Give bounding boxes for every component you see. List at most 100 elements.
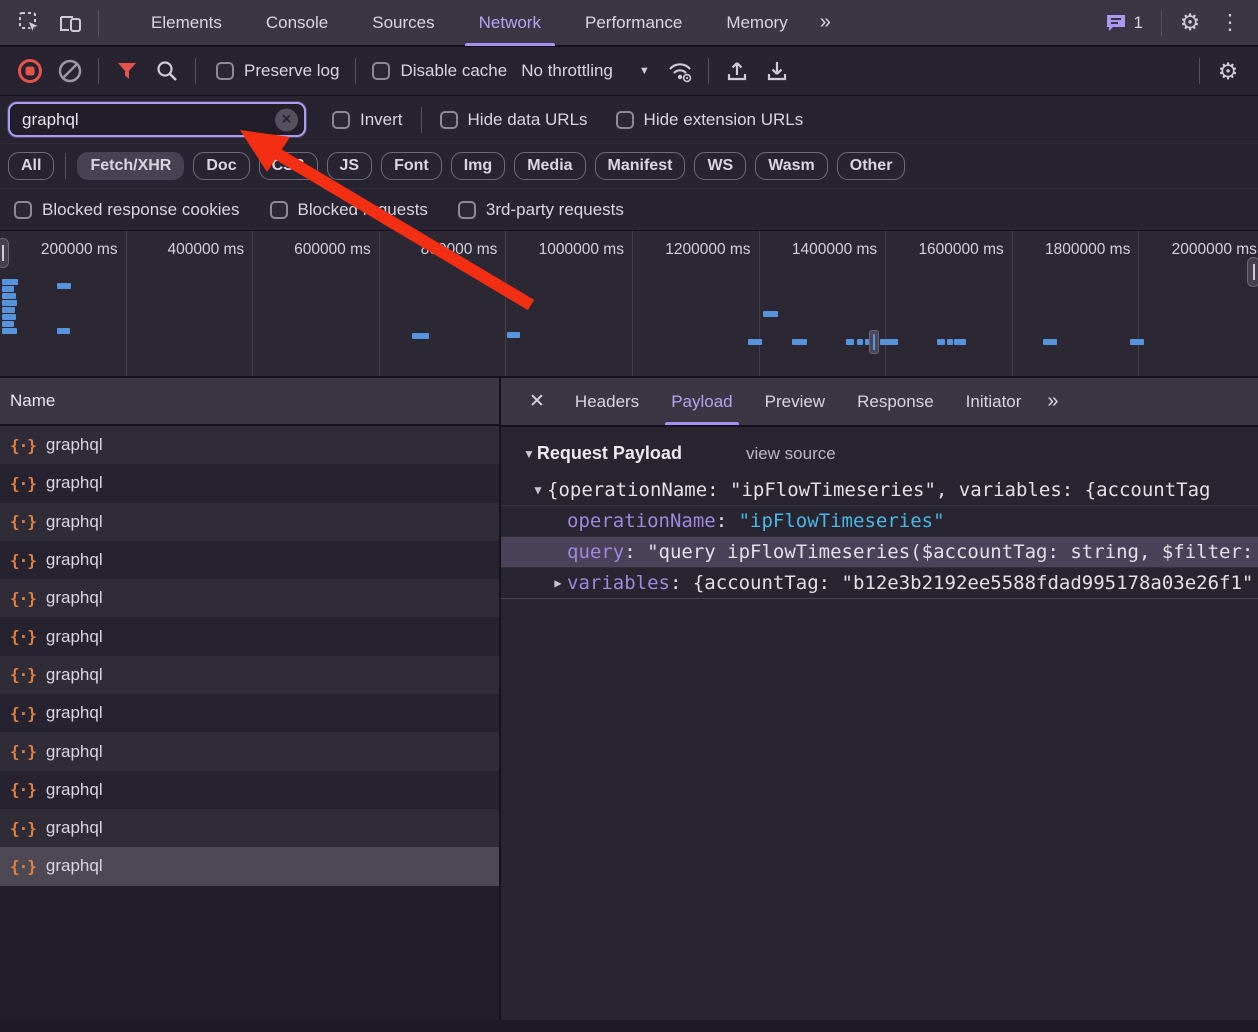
request-timing-bar xyxy=(2,307,15,313)
chip-img[interactable]: Img xyxy=(451,152,505,180)
chip-ws[interactable]: WS xyxy=(694,152,746,180)
request-row[interactable]: {·}graphql xyxy=(0,579,499,617)
chip-js[interactable]: JS xyxy=(327,152,373,180)
request-timing-bar xyxy=(954,339,966,345)
tab-performance[interactable]: Performance xyxy=(563,0,704,46)
hide-data-urls-checkbox[interactable]: Hide data URLs xyxy=(440,110,588,130)
request-row[interactable]: {·}graphql xyxy=(0,503,499,541)
tab-preview[interactable]: Preview xyxy=(749,378,841,425)
chip-other[interactable]: Other xyxy=(837,152,906,180)
timeline-left-grip[interactable] xyxy=(0,238,9,268)
chip-fetch-xhr[interactable]: Fetch/XHR xyxy=(77,152,184,180)
network-settings-gear-icon[interactable]: ⚙ xyxy=(1208,53,1248,89)
blocked-requests-label: Blocked requests xyxy=(298,200,428,220)
invert-checkbox[interactable]: Invert xyxy=(332,110,403,130)
chip-doc[interactable]: Doc xyxy=(193,152,249,180)
details-more-tabs-icon[interactable]: » xyxy=(1037,390,1066,413)
request-name: graphql xyxy=(46,665,103,685)
request-row[interactable]: {·}graphql xyxy=(0,617,499,655)
filter-input[interactable] xyxy=(22,110,270,130)
chip-wasm[interactable]: Wasm xyxy=(755,152,828,180)
json-braces-icon: {·} xyxy=(10,436,36,455)
request-row[interactable]: {·}graphql xyxy=(0,426,499,464)
clear-filter-icon[interactable]: ✕ xyxy=(275,108,298,131)
tab-response[interactable]: Response xyxy=(841,378,950,425)
settings-gear-icon[interactable]: ⚙ xyxy=(1170,5,1210,41)
search-icon[interactable] xyxy=(147,53,187,89)
request-row[interactable]: {·}graphql xyxy=(0,809,499,847)
request-row[interactable]: {·}graphql xyxy=(0,464,499,502)
request-row[interactable]: {·}graphql xyxy=(0,847,499,885)
throttling-dropdown[interactable]: No throttling ▼ xyxy=(521,61,650,81)
chip-media[interactable]: Media xyxy=(514,152,585,180)
hide-extension-urls-checkbox[interactable]: Hide extension URLs xyxy=(616,110,804,130)
tab-sources[interactable]: Sources xyxy=(350,0,456,46)
request-row[interactable]: {·}graphql xyxy=(0,694,499,732)
request-timing-bar xyxy=(412,333,429,339)
kebab-menu-icon[interactable]: ⋮ xyxy=(1210,5,1250,41)
request-timing-bar xyxy=(2,286,14,292)
payload-preview-text: {operationName: "ipFlowTimeseries", vari… xyxy=(547,479,1210,501)
request-name: graphql xyxy=(46,588,103,608)
more-tabs-icon[interactable]: » xyxy=(810,11,839,34)
blocked-response-cookies-checkbox[interactable]: Blocked response cookies xyxy=(14,200,240,220)
chip-manifest[interactable]: Manifest xyxy=(595,152,686,180)
third-party-requests-label: 3rd-party requests xyxy=(486,200,624,220)
import-har-icon[interactable] xyxy=(717,53,757,89)
payload-operation-row[interactable]: operationName: "ipFlowTimeseries" xyxy=(501,505,1258,536)
filter-icon[interactable] xyxy=(107,53,147,89)
divider xyxy=(1161,10,1162,36)
chip-css[interactable]: CSS xyxy=(259,152,318,180)
payload-preview-row[interactable]: ▼{operationName: "ipFlowTimeseries", var… xyxy=(501,474,1258,505)
timeline-column: 1000000 ms xyxy=(506,231,633,376)
issues-button[interactable]: 1 xyxy=(1105,13,1143,33)
network-toolbar: Preserve log Disable cache No throttling… xyxy=(0,47,1258,96)
name-column-header[interactable]: Name xyxy=(0,378,499,426)
issues-count: 1 xyxy=(1134,13,1143,33)
hide-data-urls-label: Hide data URLs xyxy=(468,110,588,130)
clear-network-log-button[interactable] xyxy=(50,53,90,89)
request-payload-section[interactable]: ▼ Request Payload xyxy=(523,443,682,464)
third-party-requests-checkbox[interactable]: 3rd-party requests xyxy=(458,200,624,220)
request-row[interactable]: {·}graphql xyxy=(0,732,499,770)
tab-payload[interactable]: Payload xyxy=(655,378,748,425)
export-har-icon[interactable] xyxy=(757,53,797,89)
network-overview-timeline[interactable]: 200000 ms400000 ms600000 ms800000 ms1000… xyxy=(0,231,1258,378)
request-timing-bar xyxy=(857,339,863,345)
timeline-column: 600000 ms xyxy=(253,231,380,376)
view-source-link[interactable]: view source xyxy=(746,444,836,464)
json-braces-icon: {·} xyxy=(10,857,36,876)
divider xyxy=(708,58,709,84)
inspect-element-icon[interactable] xyxy=(10,5,50,41)
request-timing-bar xyxy=(880,339,898,345)
blocked-requests-checkbox[interactable]: Blocked requests xyxy=(270,200,428,220)
preserve-log-checkbox[interactable]: Preserve log xyxy=(216,61,339,81)
tab-headers[interactable]: Headers xyxy=(559,378,655,425)
chip-all[interactable]: All xyxy=(8,152,54,180)
tab-elements[interactable]: Elements xyxy=(129,0,244,46)
record-network-log-button[interactable] xyxy=(10,53,50,89)
json-braces-icon: {·} xyxy=(10,780,36,799)
tab-network[interactable]: Network xyxy=(457,0,563,46)
timeline-selection-marker[interactable] xyxy=(869,330,879,354)
close-icon[interactable]: ✕ xyxy=(515,390,559,413)
chip-font[interactable]: Font xyxy=(381,152,442,180)
request-row[interactable]: {·}graphql xyxy=(0,541,499,579)
divider xyxy=(65,153,66,179)
request-row[interactable]: {·}graphql xyxy=(0,771,499,809)
tabbar-right: 1 ⚙ ⋮ xyxy=(1105,5,1258,41)
timeline-right-grip[interactable] xyxy=(1247,257,1258,287)
tab-console[interactable]: Console xyxy=(244,0,350,46)
request-row[interactable]: {·}graphql xyxy=(0,656,499,694)
timeline-tick-label: 2000000 ms xyxy=(1139,231,1258,259)
disable-cache-checkbox[interactable]: Disable cache xyxy=(372,61,507,81)
details-tabbar: ✕ HeadersPayloadPreviewResponseInitiator… xyxy=(501,378,1258,427)
payload-query-row[interactable]: query: "query ipFlowTimeseries($accountT… xyxy=(501,536,1258,567)
tab-memory[interactable]: Memory xyxy=(704,0,809,46)
divider xyxy=(195,58,196,84)
network-conditions-icon[interactable] xyxy=(660,53,700,89)
tab-initiator[interactable]: Initiator xyxy=(950,378,1038,425)
payload-variables-row[interactable]: ▶variables: {accountTag: "b12e3b2192ee55… xyxy=(501,567,1258,598)
device-toolbar-icon[interactable] xyxy=(50,5,90,41)
payload-end-divider xyxy=(501,598,1258,599)
